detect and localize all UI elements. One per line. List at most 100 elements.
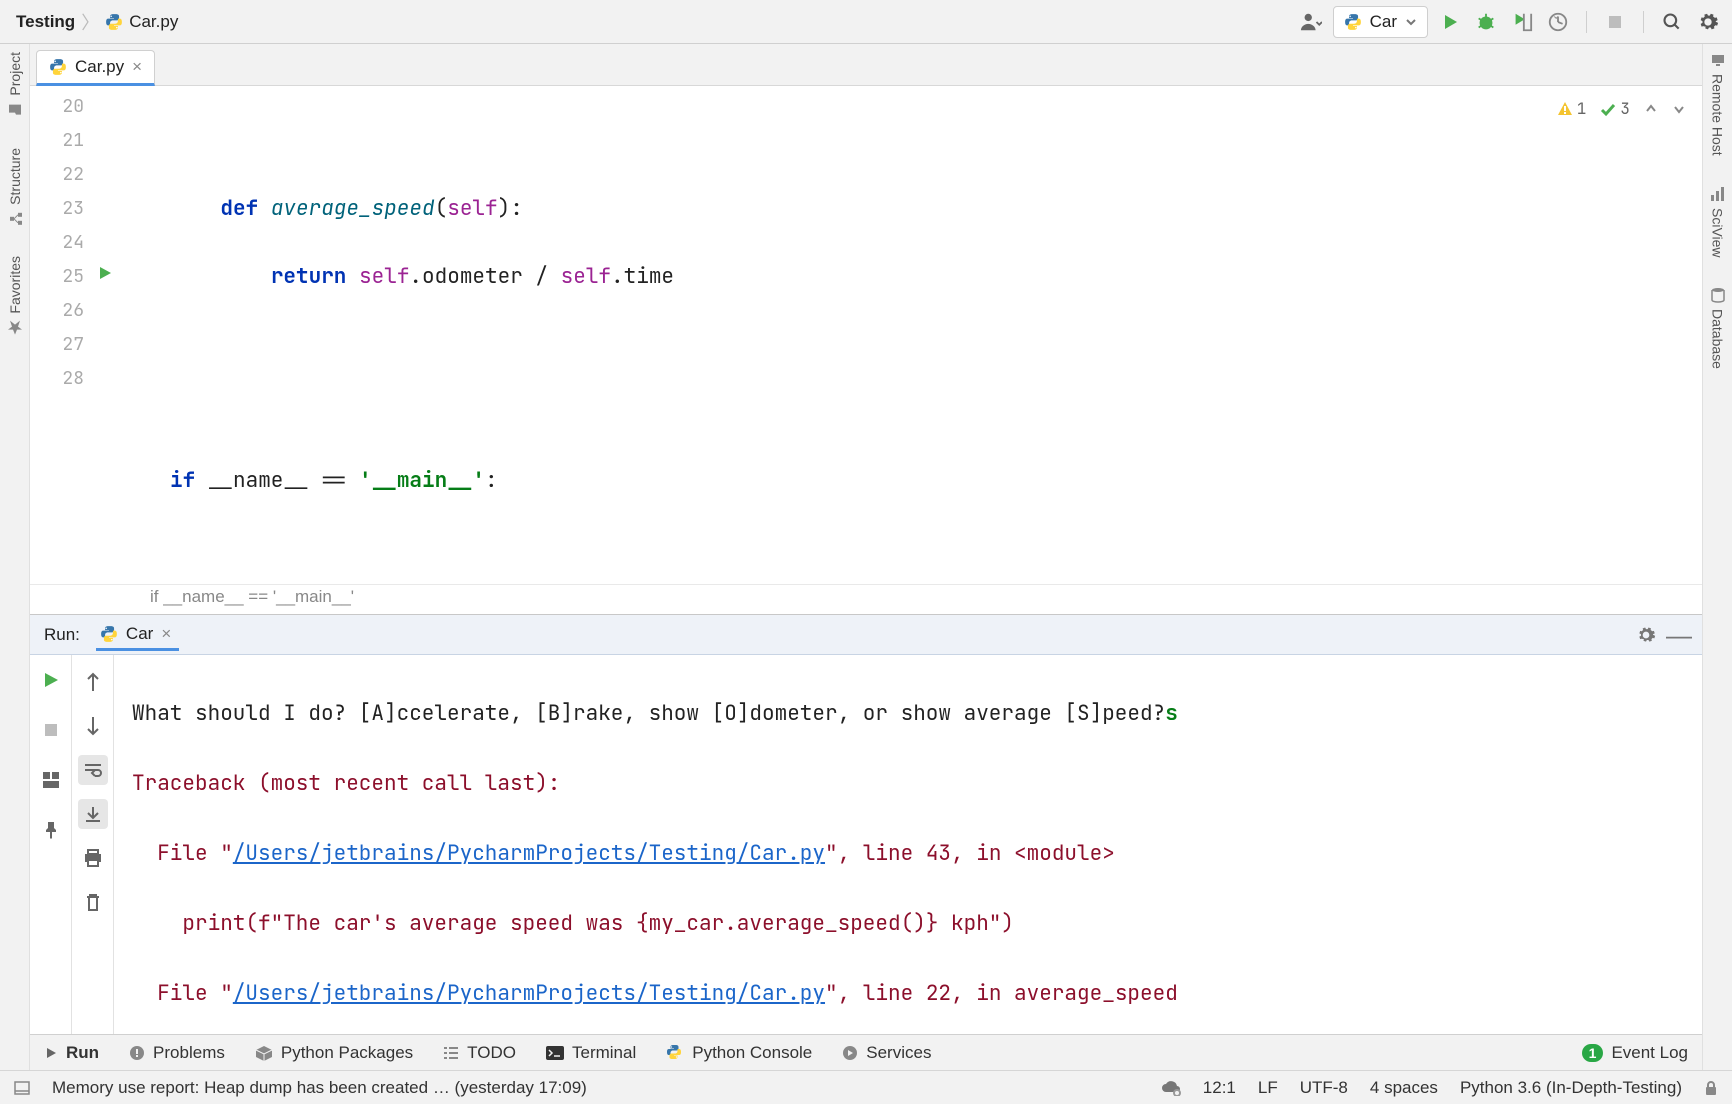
line-number[interactable]: 25 — [34, 260, 84, 294]
tool-window-event-log-label: Event Log — [1611, 1043, 1688, 1063]
typo-count: 3 — [1620, 92, 1630, 126]
status-indent[interactable]: 4 spaces — [1370, 1078, 1438, 1098]
clear-all-button[interactable] — [78, 887, 108, 917]
deployment-status-icon[interactable] — [1161, 1080, 1181, 1096]
bottom-tool-bar: Run Problems Python Packages TODO Termin… — [30, 1034, 1702, 1070]
settings-button[interactable] — [1694, 8, 1722, 36]
vcs-user-icon[interactable] — [1297, 8, 1325, 36]
tool-window-services-label: Services — [866, 1043, 931, 1063]
tool-window-favorites[interactable]: Favorites — [7, 256, 23, 336]
debug-button[interactable] — [1472, 8, 1500, 36]
code-editor[interactable]: 20 21 22 23 24 25 26 27 28 def average_s… — [30, 86, 1702, 584]
stop-button — [1601, 8, 1629, 36]
line-number[interactable]: 21 — [34, 124, 84, 158]
search-everywhere-button[interactable] — [1658, 8, 1686, 36]
tool-window-todo[interactable]: TODO — [443, 1043, 516, 1063]
inspection-next-icon[interactable] — [1672, 102, 1686, 116]
tool-window-project[interactable]: Project — [7, 52, 23, 118]
tool-windows-quick-access-icon[interactable] — [14, 1081, 30, 1095]
run-tab-car[interactable]: Car × — [96, 618, 179, 651]
tool-window-packages[interactable]: Python Packages — [255, 1043, 413, 1063]
status-interpreter[interactable]: Python 3.6 (In-Depth-Testing) — [1460, 1078, 1682, 1098]
stacktrace-link[interactable]: /Users/jetbrains/PycharmProjects/Testing… — [233, 980, 825, 1007]
typo-icon[interactable]: 3 — [1600, 92, 1630, 126]
status-encoding[interactable]: UTF-8 — [1300, 1078, 1348, 1098]
console-output[interactable]: What should I do? [A]ccelerate, [B]rake,… — [114, 655, 1702, 1034]
line-number[interactable]: 22 — [34, 158, 84, 192]
run-left-actions — [30, 655, 72, 1034]
tool-window-remote-host[interactable]: Remote Host — [1710, 52, 1726, 156]
inspection-prev-icon[interactable] — [1644, 102, 1658, 116]
tool-window-services[interactable]: Services — [842, 1043, 931, 1063]
gear-icon[interactable] — [1636, 625, 1656, 645]
status-bar: Memory use report: Heap dump has been cr… — [0, 1070, 1732, 1104]
tool-window-remote-host-label: Remote Host — [1710, 74, 1726, 156]
python-icon — [666, 1044, 684, 1062]
tool-window-run-label: Run — [66, 1043, 99, 1063]
tool-window-structure[interactable]: Structure — [7, 148, 23, 227]
tool-window-terminal[interactable]: Terminal — [546, 1043, 636, 1063]
fold-column[interactable] — [128, 86, 154, 584]
pin-button[interactable] — [36, 815, 66, 845]
editor-breadcrumb[interactable]: if __name__ == '__main__' — [30, 584, 1702, 614]
top-toolbar: Testing 〉 Car.py Car — [0, 0, 1732, 44]
stacktrace-link[interactable]: /Users/jetbrains/PycharmProjects/Testing… — [233, 840, 825, 867]
python-icon — [1344, 13, 1362, 31]
line-number[interactable]: 26 — [34, 294, 84, 328]
line-number[interactable]: 28 — [34, 362, 84, 396]
chevron-down-icon — [1405, 16, 1417, 28]
profile-button[interactable] — [1544, 8, 1572, 36]
run-config-label: Car — [1370, 12, 1397, 32]
warning-icon[interactable]: 1 — [1557, 92, 1587, 126]
python-file-icon — [49, 58, 67, 76]
tool-window-problems[interactable]: Problems — [129, 1043, 225, 1063]
layout-button[interactable] — [36, 765, 66, 795]
close-icon[interactable]: × — [132, 57, 142, 77]
tool-window-database[interactable]: Database — [1710, 287, 1726, 369]
tool-window-python-console[interactable]: Python Console — [666, 1043, 812, 1063]
status-caret-pos[interactable]: 12:1 — [1203, 1078, 1236, 1098]
breadcrumb-file[interactable]: Car.py — [105, 12, 178, 32]
print-button[interactable] — [78, 843, 108, 873]
hide-icon[interactable]: — — [1666, 629, 1692, 641]
toolbar-separator — [1643, 11, 1644, 33]
tool-window-run[interactable]: Run — [44, 1043, 99, 1063]
rerun-button[interactable] — [36, 665, 66, 695]
run-configuration-selector[interactable]: Car — [1333, 6, 1428, 38]
scroll-up-button[interactable] — [78, 667, 108, 697]
close-icon[interactable]: × — [161, 624, 171, 644]
tool-window-packages-label: Python Packages — [281, 1043, 413, 1063]
run-title: Run: — [44, 625, 80, 645]
line-number[interactable]: 24 — [34, 226, 84, 260]
gutter-run-icon[interactable] — [98, 266, 112, 280]
run-tool-window: Run: Car × — — [30, 614, 1702, 1034]
run-button[interactable] — [1436, 8, 1464, 36]
editor-gutter[interactable]: 20 21 22 23 24 25 26 27 28 — [30, 86, 128, 584]
tool-window-project-label: Project — [7, 52, 23, 96]
toolbar-separator — [1586, 11, 1587, 33]
inspections-widget[interactable]: 1 3 — [1557, 92, 1686, 126]
scroll-down-button[interactable] — [78, 711, 108, 741]
line-number[interactable]: 20 — [34, 90, 84, 124]
run-tab-label: Car — [126, 624, 153, 644]
line-number[interactable]: 23 — [34, 192, 84, 226]
tool-window-database-label: Database — [1710, 309, 1726, 369]
run-with-coverage-button[interactable] — [1508, 8, 1536, 36]
line-number[interactable]: 27 — [34, 328, 84, 362]
code-area[interactable]: def average_speed(self): return self.odo… — [154, 86, 1702, 584]
status-message[interactable]: Memory use report: Heap dump has been cr… — [52, 1078, 587, 1098]
breadcrumb[interactable]: Testing 〉 Car.py — [16, 9, 178, 35]
scroll-to-end-button[interactable] — [78, 799, 108, 829]
tool-window-sciview[interactable]: SciView — [1710, 186, 1726, 258]
lock-icon[interactable] — [1704, 1080, 1718, 1096]
soft-wrap-button[interactable] — [78, 755, 108, 785]
tool-window-event-log[interactable]: 1 Event Log — [1582, 1043, 1688, 1063]
editor-tab-car[interactable]: Car.py × — [36, 50, 155, 86]
run-tool-window-header: Run: Car × — — [30, 615, 1702, 655]
python-file-icon — [105, 13, 123, 31]
breadcrumb-project[interactable]: Testing — [16, 12, 75, 32]
run-left-actions-2 — [72, 655, 114, 1034]
status-line-sep[interactable]: LF — [1258, 1078, 1278, 1098]
left-tool-rail: Project Structure Favorites — [0, 44, 30, 1070]
editor-tab-label: Car.py — [75, 57, 124, 77]
